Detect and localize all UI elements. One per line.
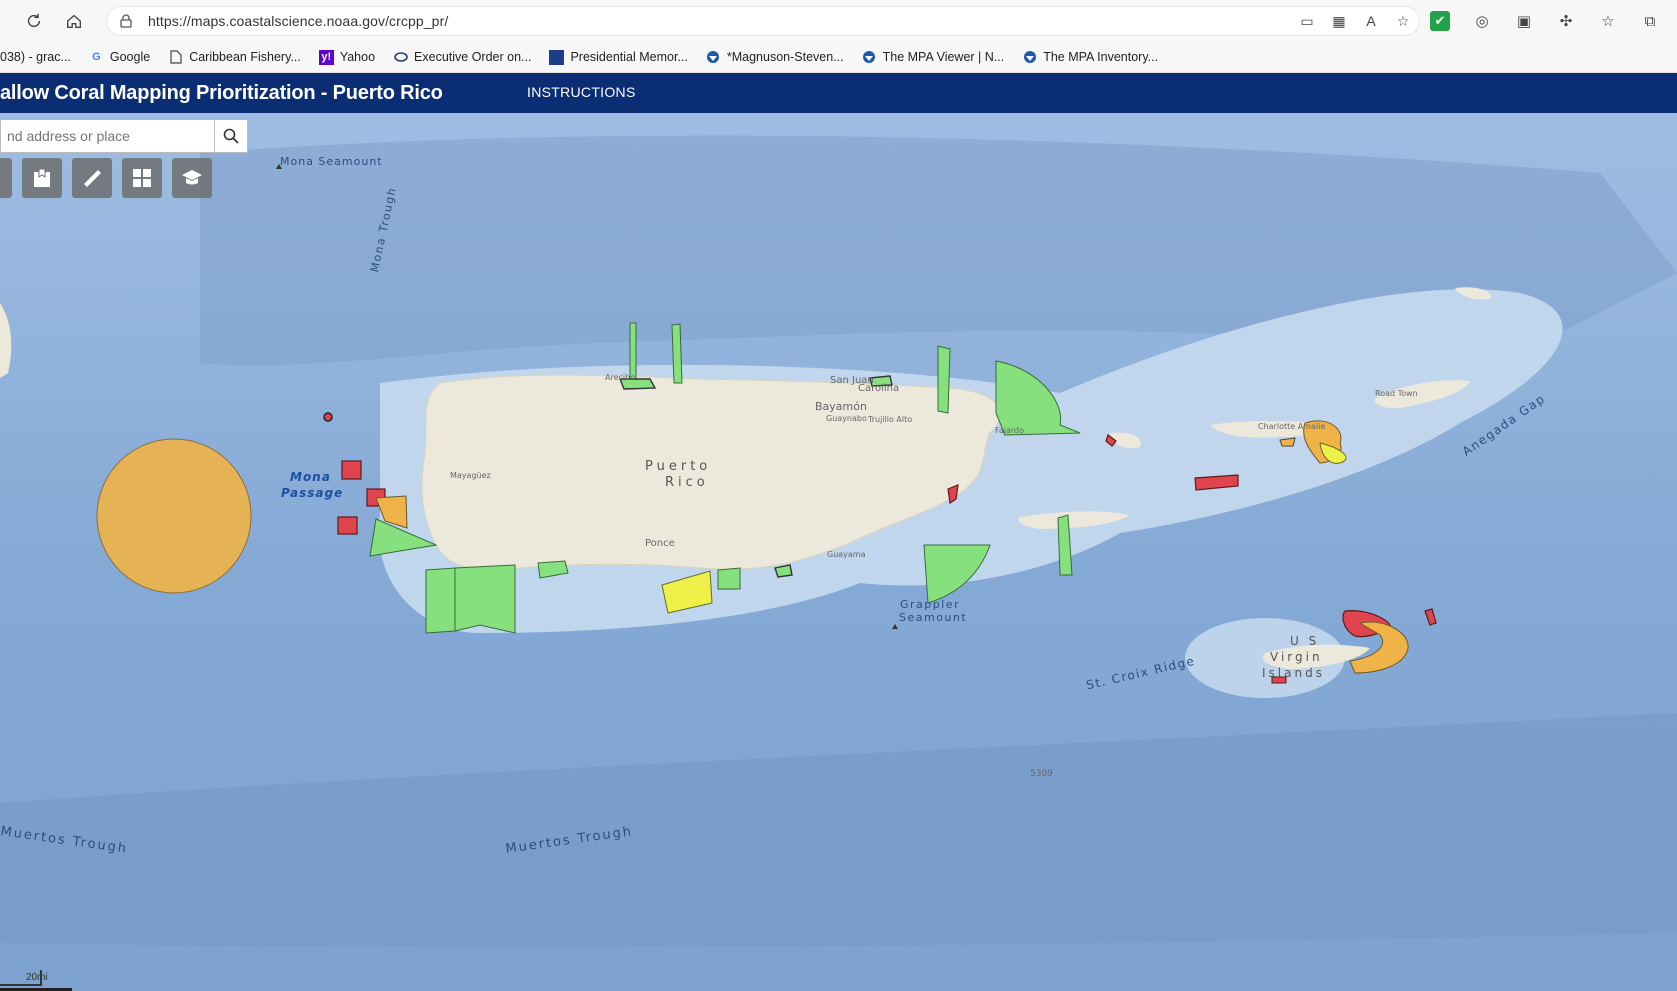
collections-icon[interactable]: ⧉ (1640, 11, 1660, 31)
building-icon (549, 49, 565, 65)
reload-button[interactable] (18, 5, 50, 37)
graduation-cap-icon (182, 170, 202, 185)
bookmark-label: Yahoo (339, 50, 376, 64)
bookmark-0[interactable]: 038) - grac... (0, 50, 71, 64)
ruler-icon (84, 170, 101, 187)
guayama-label: Guayama (827, 550, 866, 559)
trujillo-alto-label: Trujillo Alto (868, 415, 913, 424)
extension-check-icon[interactable]: ✔ (1430, 11, 1450, 31)
read-aloud-icon[interactable]: A (1362, 12, 1380, 30)
bookmark-label: *Magnuson-Steven... (726, 50, 844, 64)
lock-icon (120, 14, 132, 28)
usvi-label-2: Virgin (1270, 650, 1323, 664)
bookmark-6[interactable]: *Magnuson-Steven... (706, 50, 844, 65)
usvi-label-1: U S (1290, 634, 1320, 648)
search-widget (0, 119, 248, 153)
noaa-icon (1022, 50, 1037, 65)
address-bar[interactable]: https://maps.coastalscience.noaa.gov/crc… (106, 6, 1420, 36)
fajardo-label: Fajardo (995, 426, 1025, 435)
qr-icon[interactable]: ▦ (1330, 12, 1348, 30)
usvi-label-3: Islands (1262, 666, 1325, 680)
bayamon-label: Bayamón (815, 400, 867, 413)
guaynabo-label: Guaynabo (826, 414, 867, 423)
map-toolbar (0, 158, 212, 198)
depth-label: 5309 (1030, 769, 1053, 779)
bookmark-5[interactable]: Presidential Memor... (549, 49, 688, 65)
charlotte-amalie-label: Charlotte Amalie (1258, 422, 1326, 431)
road-town-label: Road Town (1375, 389, 1418, 398)
page-icon (168, 50, 183, 65)
browser-toolbar: https://maps.coastalscience.noaa.gov/crc… (0, 0, 1677, 42)
app-title: allow Coral Mapping Prioritization - Pue… (0, 82, 443, 104)
bookmark-4[interactable]: Executive Order on... (393, 50, 531, 65)
bookmark-1[interactable]: G Google (89, 50, 150, 65)
search-input[interactable] (1, 128, 218, 144)
basemap-gallery-button[interactable] (122, 158, 162, 198)
puerto-label: Puerto (645, 459, 712, 474)
ponce-label: Ponce (645, 538, 675, 549)
bookmark-label: Google (109, 50, 151, 64)
extension-circle-icon[interactable]: ◎ (1472, 11, 1492, 31)
bookmark-label: Executive Order on... (414, 50, 532, 64)
draw-tool-button[interactable] (172, 158, 212, 198)
reload-icon (27, 13, 41, 28)
bookmark-8[interactable]: The MPA Inventory... (1022, 50, 1158, 65)
instructions-link[interactable]: INSTRUCTIONS (527, 84, 636, 100)
layer-tool-button[interactable] (0, 158, 12, 198)
scale-label: 20mi (26, 972, 48, 983)
mona-seamount-label: Mona Seamount (280, 155, 383, 168)
mayaguez-label: Mayagüez (450, 471, 491, 480)
mona-passage-label-2: Passage (281, 486, 344, 500)
grappler-label-1: Grappler (900, 598, 961, 611)
seal-icon (393, 50, 408, 65)
bookmark-icon (34, 168, 50, 187)
mona-passage-label-1: Mona (290, 470, 331, 484)
home-icon (67, 14, 81, 28)
home-button[interactable] (58, 5, 90, 37)
grappler-label-2: Seamount (899, 611, 968, 624)
extensions-puzzle-icon[interactable]: ✣ (1556, 11, 1576, 31)
bookmark-label: The MPA Inventory... (1043, 50, 1159, 64)
map-view[interactable]: Mona Seamount Mona Trough Mona Passage P… (0, 113, 1677, 991)
search-button[interactable] (214, 120, 247, 152)
search-icon (223, 128, 239, 144)
grid-icon (133, 169, 151, 187)
bookmark-3[interactable]: y! Yahoo (318, 49, 376, 65)
noaa-icon (706, 50, 721, 65)
extension-wallet-icon[interactable]: ▣ (1514, 11, 1534, 31)
arecibo-label: Arecibo (605, 373, 636, 382)
bookmark-tool-button[interactable] (22, 158, 62, 198)
bookmark-label: 038) - grac... (0, 50, 71, 64)
app-available-icon[interactable]: ▭ (1298, 12, 1316, 30)
google-icon: G (92, 51, 101, 63)
bookmark-7[interactable]: The MPA Viewer | N... (862, 50, 1005, 65)
measure-tool-button[interactable] (72, 158, 112, 198)
carolina-label: Carolina (858, 383, 900, 394)
url-text[interactable]: https://maps.coastalscience.noaa.gov/crc… (148, 13, 448, 29)
rico-label: Rico (665, 475, 709, 490)
noaa-icon (862, 50, 877, 65)
yahoo-icon: y! (318, 49, 334, 65)
favorites-icon[interactable]: ☆ (1598, 11, 1618, 31)
bookmark-label: Presidential Memor... (570, 50, 688, 64)
bookmark-label: Caribbean Fishery... (189, 50, 301, 64)
bookmark-2[interactable]: Caribbean Fishery... (168, 50, 301, 65)
bookmarks-bar: 038) - grac... G Google Caribbean Fishery… (0, 42, 1677, 73)
favorite-add-icon[interactable]: ☆ (1394, 12, 1412, 30)
app-header: allow Coral Mapping Prioritization - Pue… (0, 73, 1677, 113)
bookmark-label: The MPA Viewer | N... (882, 50, 1005, 64)
